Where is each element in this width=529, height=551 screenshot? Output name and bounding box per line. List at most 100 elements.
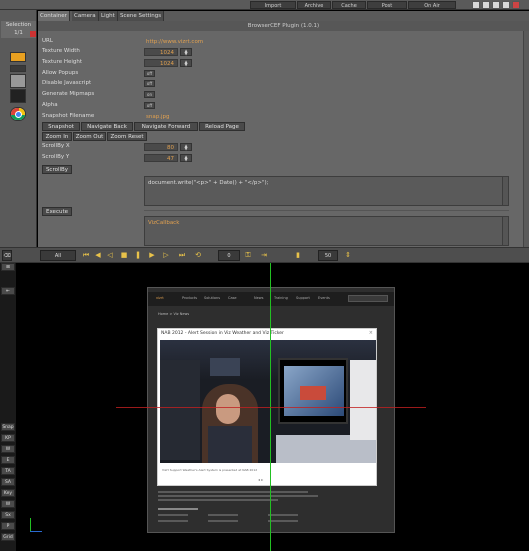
cache-button[interactable]: Cache [332,1,366,9]
vizrt-logo: vizrt [156,296,164,300]
script-textarea[interactable]: document.write("<p>" + Date() + "</p>"); [144,176,509,206]
browser-texture[interactable]: vizrt Products Solutions Case News Train… [147,287,395,533]
archive-button[interactable]: Archive [297,1,331,9]
marker-icon[interactable]: ▮ [294,250,302,261]
video-close-icon[interactable]: × [369,330,373,336]
snapshot-filename-field[interactable]: snap.jpg [144,113,514,121]
url-field[interactable]: http://www.vizrt.com [144,38,514,46]
play-icon[interactable]: ▶ [148,250,156,261]
nav-case[interactable]: Case [228,296,237,300]
page-text-line [158,520,188,522]
sidebar-grid-button[interactable]: Grid [1,533,15,541]
step-forward-icon[interactable]: ▷ [162,250,170,261]
texture-height-label: Texture Height [42,59,83,65]
tab-scene-settings[interactable]: Scene Settings [118,11,165,21]
import-button[interactable]: Import [250,1,296,9]
go-end-icon[interactable]: ⏭ [178,250,186,261]
script-text: document.write("<p>" + Date() + "</p>"); [148,180,269,186]
render-viewport[interactable]: vizrt Products Solutions Case News Train… [16,263,529,551]
sidebar-w-button[interactable]: W [1,445,15,453]
navigate-back-button[interactable]: Navigate Back [81,122,133,131]
sidebar-sa-button[interactable]: SA [1,478,15,486]
play-reverse-icon[interactable]: ◀ [94,250,102,261]
zoom-out-button[interactable]: Zoom Out [73,132,106,141]
restore-icon[interactable] [492,1,500,9]
key-icon[interactable]: ⚿ [244,250,252,261]
close-selection-icon[interactable] [30,31,36,37]
container-icon[interactable] [10,52,26,62]
zoom-reset-button[interactable]: Zoom Reset [107,132,147,141]
sidebar-sx-button[interactable]: Sx [1,511,15,519]
scrollby-y-label: ScrollBy Y [42,154,70,160]
fps-stepper-icon[interactable]: ⇕ [344,250,352,261]
callback-textarea[interactable]: VizCallback [144,216,509,246]
allow-popups-toggle[interactable]: off [144,70,155,77]
tab-camera[interactable]: Camera [72,11,99,21]
texture-width-stepper[interactable]: ▲ ▼ [180,48,192,56]
sidebar-w2-button[interactable]: W [1,500,15,508]
navigate-forward-button[interactable]: Navigate Forward [134,122,198,131]
zoom-in-button[interactable]: Zoom In [42,132,72,141]
trash-icon[interactable]: ⌫ [2,250,12,261]
layer-select[interactable]: All [40,250,76,261]
sidebar-grid-icon[interactable]: ⊞ [1,263,15,271]
execute-button[interactable]: Execute [42,207,72,216]
selection-label: Selection [5,22,32,28]
sidebar-snap-button[interactable]: Snap [1,423,15,431]
sidebar-pin-icon[interactable]: ⇤ [1,287,15,295]
nav-news[interactable]: News [254,296,263,300]
editor-scrollbar[interactable] [523,31,529,247]
texture-icon[interactable] [10,89,26,103]
browser-plugin-icon[interactable] [10,107,26,121]
sidebar-p-button[interactable]: P [1,522,15,530]
step-back-icon[interactable]: ◁ [106,250,114,261]
tab-bar: Container Camera Light Scene Settings [38,11,529,21]
nav-support[interactable]: Support [296,296,310,300]
texture-width-field[interactable]: 1024 [144,48,178,56]
scrollby-button[interactable]: ScrollBy [42,165,72,174]
next-key-icon[interactable]: ⇥ [260,250,268,261]
browser-search-input[interactable] [348,295,388,302]
sidebar-kp-button[interactable]: KP [1,434,15,442]
texture-height-field[interactable]: 1024 [144,59,178,67]
page-text-line [208,520,238,522]
sidebar-ta-button[interactable]: TA [1,467,15,475]
nav-products[interactable]: Products [182,296,197,300]
reload-page-button[interactable]: Reload Page [199,122,245,131]
sidebar-key-button[interactable]: Key [1,489,15,497]
frame-field[interactable]: 0 [218,250,240,261]
script-scrollbar[interactable] [502,177,508,205]
nav-events[interactable]: Events [318,296,330,300]
pause-icon[interactable]: ❚ [134,250,142,261]
page-text-line [158,491,308,493]
sidebar-e-button[interactable]: E [1,456,15,464]
help-icon[interactable] [472,1,480,9]
video-frame[interactable] [160,340,376,463]
fps-field[interactable]: 50 [318,250,338,261]
nav-solutions[interactable]: Solutions [204,296,220,300]
video-controls[interactable]: ◂ ▸ [258,477,263,482]
generate-mipmaps-toggle[interactable]: on [144,91,155,98]
close-icon[interactable] [512,1,520,9]
minimize-icon[interactable] [482,1,490,9]
loop-icon[interactable]: ⟲ [194,250,202,261]
transform-icon[interactable] [10,74,26,88]
callback-scrollbar[interactable] [502,217,508,245]
scrollby-x-field[interactable]: 80 [144,143,178,151]
stop-icon[interactable]: ■ [120,250,128,261]
nav-training[interactable]: Training [274,296,288,300]
post-button[interactable]: Post [367,1,407,9]
go-start-icon[interactable]: ⏮ [82,250,90,261]
disable-javascript-toggle[interactable]: off [144,80,155,87]
snapshot-button[interactable]: Snapshot [42,122,80,131]
on-air-button[interactable]: On Air [408,1,456,9]
pin-icon[interactable] [10,65,26,72]
scrollby-x-stepper[interactable]: ▲ ▼ [180,143,192,151]
tab-light[interactable]: Light [99,11,118,21]
tab-container[interactable]: Container [38,11,70,21]
alpha-toggle[interactable]: off [144,102,155,109]
maximize-icon[interactable] [502,1,510,9]
scrollby-y-field[interactable]: 47 [144,154,178,162]
scrollby-y-stepper[interactable]: ▲ ▼ [180,154,192,162]
texture-height-stepper[interactable]: ▲ ▼ [180,59,192,67]
